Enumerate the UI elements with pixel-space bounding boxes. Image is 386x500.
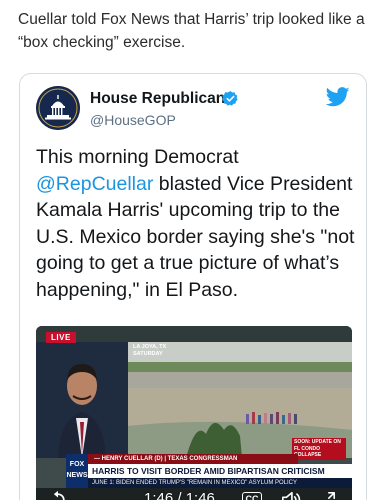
mention-link[interactable]: @RepCuellar: [36, 173, 153, 195]
account-handle[interactable]: @HouseGOP: [90, 112, 176, 128]
verified-icon: [222, 91, 238, 106]
article-paragraph: Cuellar told Fox News that Harris’ trip …: [18, 11, 365, 51]
tweet-text-start: This morning Democrat: [36, 146, 239, 168]
network-logo: FOX NEWS: [66, 454, 88, 488]
tweet-text: This morning Democrat @RepCuellar blaste…: [36, 144, 356, 303]
video-controls: 1:46 / 1:46 CC: [36, 488, 352, 500]
live-badge: LIVE: [46, 332, 76, 343]
headline-strap: HARRIS TO VISIT BORDER AMID BIPARTISAN C…: [88, 464, 352, 478]
expand-icon[interactable]: [318, 491, 336, 500]
time-display: 1:46 / 1:46: [144, 490, 215, 500]
account-avatar[interactable]: [36, 86, 80, 130]
capitol-logo: [36, 86, 80, 130]
account-name[interactable]: House Republicans: [90, 90, 234, 108]
twitter-bird-icon[interactable]: [326, 87, 350, 107]
news-ticker: JUNE 1: BIDEN ENDED TRUMP'S "REMAIN IN M…: [88, 478, 352, 488]
news-alert-tag: SOON: UPDATE ON FL CONDO COLLAPSE: [292, 438, 346, 460]
name-strap: — HENRY CUELLAR (D) | TEXAS CONGRESSMAN: [88, 454, 298, 464]
video-player[interactable]: LIVE LA JOYA, TX SATURDAY SOON: UPDATE O…: [36, 326, 352, 500]
location-tag: LA JOYA, TX SATURDAY: [133, 344, 167, 357]
replay-icon[interactable]: [48, 490, 68, 500]
volume-icon[interactable]: [280, 490, 302, 500]
embedded-tweet[interactable]: House Republicans @HouseGOP This morning…: [19, 73, 367, 500]
captions-button[interactable]: CC: [242, 492, 262, 500]
